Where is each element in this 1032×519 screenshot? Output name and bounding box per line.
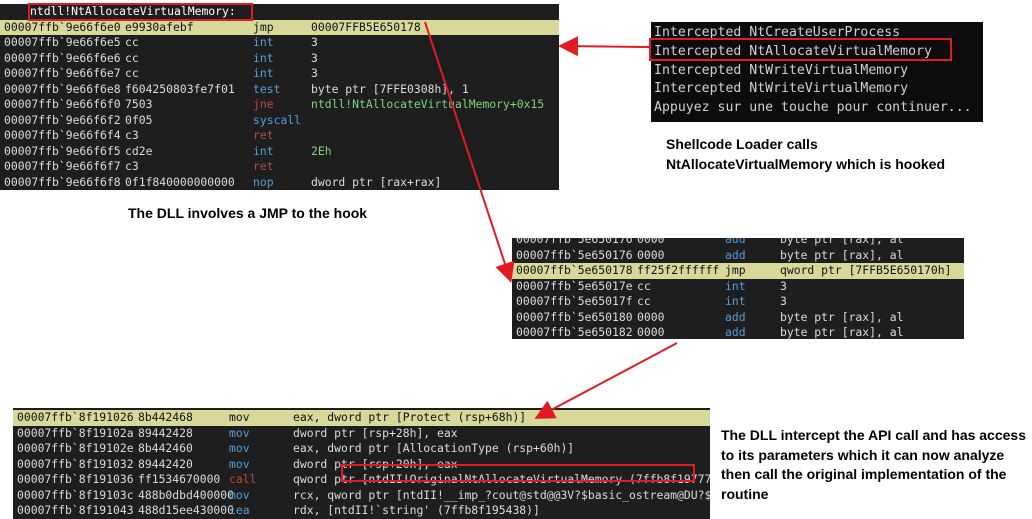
arrow-console-to-listing <box>558 36 650 57</box>
arrow-trampoline-to-handler <box>534 342 678 419</box>
flow-arrows <box>424 21 678 419</box>
arrow-jmp-to-trampoline <box>424 21 515 283</box>
